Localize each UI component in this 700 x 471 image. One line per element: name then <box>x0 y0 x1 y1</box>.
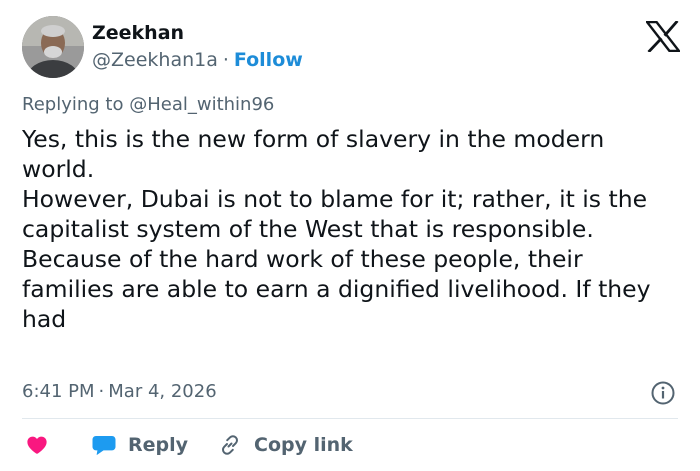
copy-link-label: Copy link <box>254 434 353 456</box>
heart-icon[interactable] <box>26 434 48 456</box>
copy-link-button[interactable]: Copy link <box>218 433 353 457</box>
author-avatar[interactable] <box>22 16 84 78</box>
x-logo-icon[interactable] <box>644 20 682 53</box>
tweet-text: Yes, this is the new form of slavery in … <box>22 124 672 334</box>
author-handle[interactable]: @Zeekhan1a <box>92 49 218 71</box>
tweet-paragraph: Because of the hard work of these people… <box>22 245 651 333</box>
reply-label: Reply <box>128 434 189 456</box>
tweet-date[interactable]: Mar 4, 2026 <box>108 381 216 402</box>
author-name[interactable]: Zeekhan <box>92 21 184 45</box>
tweet-actions: Reply Copy link <box>26 431 383 459</box>
link-icon <box>222 435 239 455</box>
handle-separator: · <box>222 49 229 71</box>
tweet-time[interactable]: 6:41 PM <box>22 381 95 402</box>
reply-button[interactable]: Reply <box>92 433 188 457</box>
timestamp-separator: · <box>98 381 105 402</box>
follow-button[interactable]: Follow <box>234 49 303 71</box>
tweet-timestamp[interactable]: 6:41 PM · Mar 4, 2026 <box>22 380 217 404</box>
info-icon[interactable] <box>651 381 675 405</box>
reply-context-prefix: Replying to <box>22 94 124 115</box>
tweet-paragraph: However, Dubai is not to blame for it; r… <box>22 185 648 243</box>
author-handle-row: @Zeekhan1a · Follow <box>92 48 303 72</box>
divider <box>22 418 678 419</box>
speech-bubble-icon <box>92 436 116 455</box>
tweet-paragraph: Yes, this is the new form of slavery in … <box>22 125 605 183</box>
reply-mention-link[interactable]: @Heal_within96 <box>129 94 274 115</box>
reply-context: Replying to @Heal_within96 <box>22 93 274 117</box>
